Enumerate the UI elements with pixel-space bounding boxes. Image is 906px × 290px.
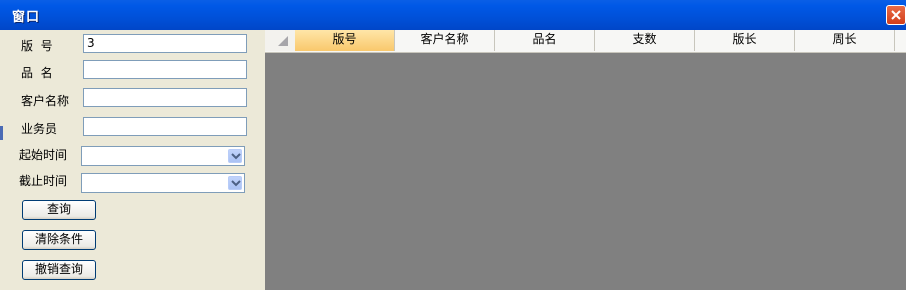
- clear-conditions-button[interactable]: 清除条件: [22, 230, 96, 250]
- start-time-combo[interactable]: [81, 146, 245, 166]
- column-header-zhi-shu[interactable]: 支数: [595, 30, 695, 51]
- grid-header: 版号 客户名称 品名 支数 版长 周长: [265, 30, 906, 53]
- edge-marker: [0, 126, 3, 140]
- column-header-ban-chang[interactable]: 版长: [695, 30, 795, 51]
- ban-hao-input[interactable]: 3: [83, 34, 247, 53]
- window-title: 窗口: [12, 10, 41, 25]
- results-grid[interactable]: 版号 客户名称 品名 支数 版长 周长: [265, 30, 906, 290]
- close-button[interactable]: [886, 5, 906, 25]
- start-time-dropdown-button[interactable]: [228, 149, 242, 163]
- pin-ming-label: 品 名: [21, 66, 53, 80]
- column-header-zhou-chang[interactable]: 周长: [795, 30, 895, 51]
- ke-hu-label: 客户名称: [21, 94, 70, 108]
- title-bar: 窗口: [0, 0, 906, 30]
- query-button[interactable]: 查询: [22, 200, 96, 220]
- cancel-query-button[interactable]: 撤销查询: [22, 260, 96, 280]
- ban-hao-label: 版 号: [21, 39, 53, 53]
- ye-wu-input[interactable]: [83, 117, 247, 136]
- chevron-down-icon: [231, 180, 241, 187]
- filter-panel: 版 号 3 品 名 客户名称 业务员 起始时间 截止时间 查询 清除条件 撤销查…: [0, 30, 264, 290]
- pin-ming-input[interactable]: [83, 60, 247, 79]
- chevron-down-icon: [231, 153, 241, 160]
- ye-wu-label: 业务员: [21, 122, 58, 136]
- select-all-icon: [278, 36, 288, 46]
- column-header-ban-hao[interactable]: 版号: [295, 30, 395, 51]
- end-time-dropdown-button[interactable]: [228, 176, 242, 190]
- ke-hu-input[interactable]: [83, 88, 247, 107]
- column-header-ke-hu-ming-cheng[interactable]: 客户名称: [395, 30, 495, 51]
- end-time-combo[interactable]: [81, 173, 245, 193]
- select-all-corner[interactable]: [265, 30, 296, 51]
- column-header-pin-ming[interactable]: 品名: [495, 30, 595, 51]
- end-time-label: 截止时间: [19, 174, 68, 188]
- close-icon: [891, 10, 901, 20]
- start-time-label: 起始时间: [19, 148, 68, 162]
